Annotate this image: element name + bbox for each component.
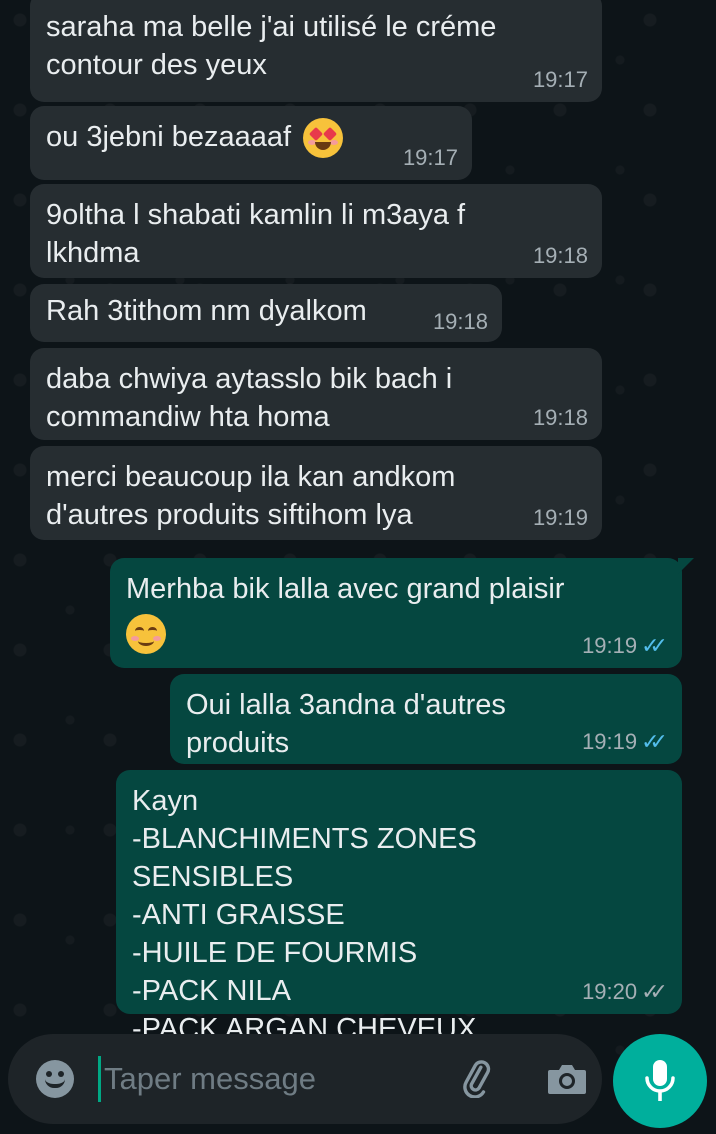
double-check-read-icon: ✓✓ bbox=[641, 729, 668, 754]
message-time: 19:19 ✓✓ bbox=[582, 634, 668, 658]
message-time: 19:17 bbox=[402, 145, 458, 170]
message-time: 19:18 bbox=[532, 243, 588, 268]
message-time: 19:19 ✓✓ bbox=[582, 730, 668, 754]
message-input[interactable]: Taper message bbox=[104, 1060, 316, 1098]
message-incoming[interactable]: daba chwiya aytasslo bik bach i commandi… bbox=[30, 348, 602, 440]
message-time: 19:17 bbox=[532, 67, 588, 92]
mic-button[interactable] bbox=[613, 1034, 707, 1128]
message-time: 19:20 ✓✓ bbox=[582, 980, 668, 1004]
text-cursor bbox=[98, 1056, 101, 1102]
message-composer[interactable]: Taper message bbox=[8, 1034, 602, 1124]
double-check-delivered-icon: ✓✓ bbox=[641, 979, 668, 1004]
message-time: 19:19 bbox=[532, 505, 588, 530]
message-incoming[interactable]: merci beaucoup ila kan andkom d'autres p… bbox=[30, 446, 602, 540]
heart-eyes-emoji bbox=[303, 118, 344, 159]
message-outgoing[interactable]: Merhba bik lalla avec grand plaisir 19:1… bbox=[110, 558, 694, 668]
emoji-icon[interactable] bbox=[36, 1060, 74, 1098]
message-text: ou 3jebni bezaaaaf bbox=[46, 118, 384, 159]
message-text: Merhba bik lalla avec grand plaisir bbox=[126, 570, 594, 654]
mic-icon bbox=[645, 1060, 675, 1101]
double-check-read-icon: ✓✓ bbox=[641, 633, 668, 658]
attach-icon[interactable] bbox=[460, 1058, 494, 1098]
message-incoming[interactable]: 9oltha l shabati kamlin li m3aya f lkhdm… bbox=[30, 184, 602, 278]
message-outgoing[interactable]: Kayn -BLANCHIMENTS ZONES SENSIBLES -ANTI… bbox=[116, 770, 682, 1045]
message-incoming[interactable]: saraha ma belle j'ai utilisé le créme co… bbox=[30, 0, 602, 102]
message-time: 19:18 bbox=[532, 405, 588, 430]
message-text: merci beaucoup ila kan andkom d'autres p… bbox=[46, 461, 456, 531]
message-text: 9oltha l shabati kamlin li m3aya f lkhdm… bbox=[46, 199, 466, 269]
message-text: Oui lalla 3andna d'autres produits bbox=[186, 689, 514, 759]
message-text: Rah 3tithom nm dyalkom bbox=[46, 295, 367, 327]
message-incoming[interactable]: Rah 3tithom nm dyalkom 19:18 bbox=[30, 284, 502, 342]
message-text: daba chwiya aytasslo bik bach i commandi… bbox=[46, 363, 453, 433]
message-text: Kayn -BLANCHIMENTS ZONES SENSIBLES -ANTI… bbox=[132, 785, 477, 1045]
camera-icon[interactable] bbox=[546, 1062, 588, 1096]
message-incoming[interactable]: ou 3jebni bezaaaaf 19:17 bbox=[30, 106, 472, 180]
bubble-tail bbox=[678, 558, 694, 574]
message-text: saraha ma belle j'ai utilisé le créme co… bbox=[46, 11, 497, 81]
message-outgoing[interactable]: Oui lalla 3andna d'autres produits 19:19… bbox=[170, 674, 682, 764]
smiling-blush-emoji bbox=[126, 614, 166, 654]
message-time: 19:18 bbox=[432, 309, 488, 334]
